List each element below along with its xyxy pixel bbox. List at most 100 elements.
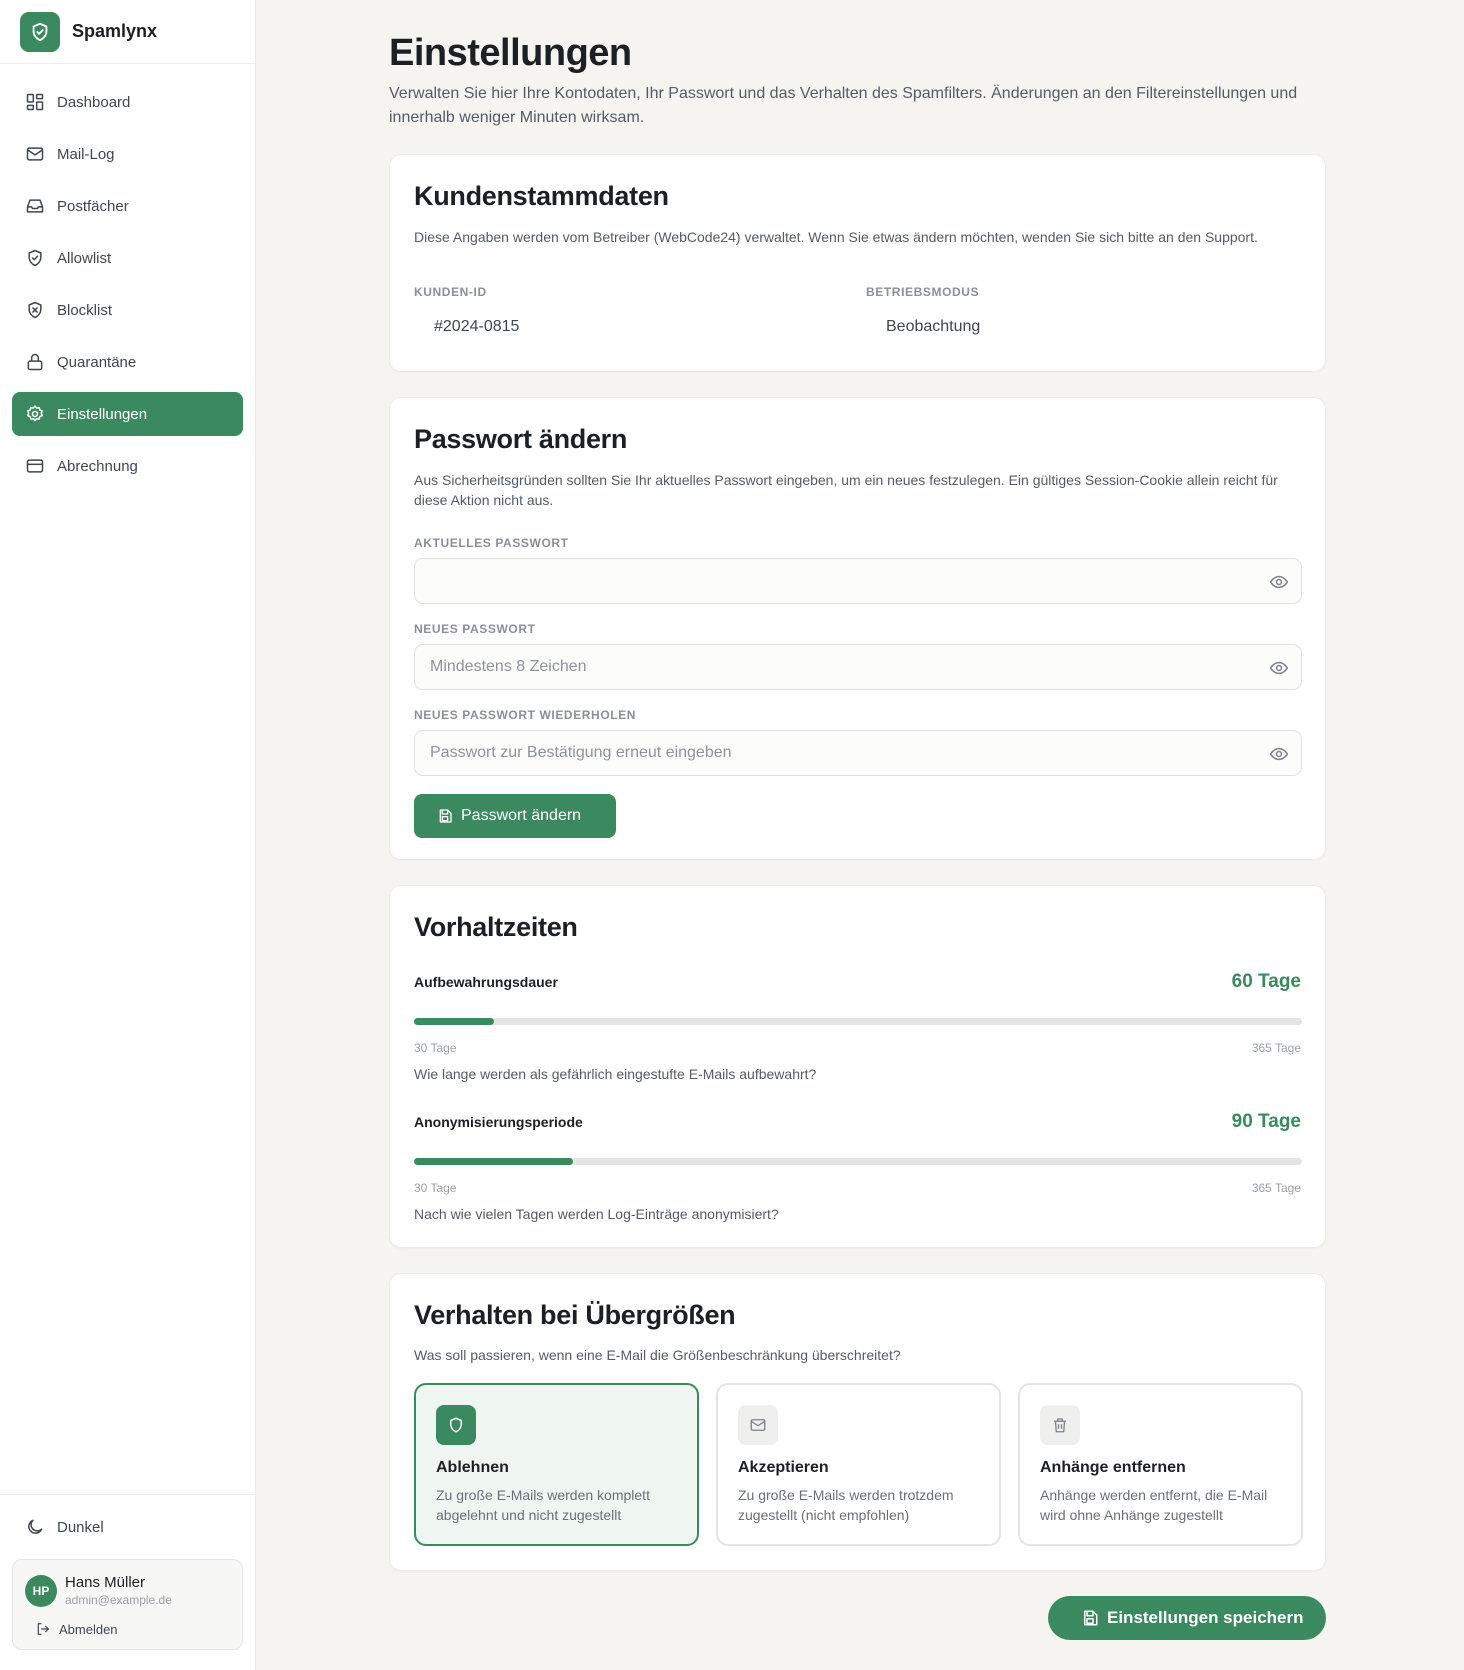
credit-card-icon (26, 459, 44, 473)
brand[interactable]: Spamlynx (0, 0, 255, 64)
repeat-password-input[interactable] (415, 731, 1301, 775)
lock-icon (27, 353, 43, 371)
new-password-label: Neues Passwort (414, 622, 536, 636)
option-title: Akzeptieren (738, 1459, 829, 1476)
sidebar-footer: Dunkel HP Hans Müller admin@example.de A… (0, 1494, 255, 1670)
current-password-field (414, 558, 1302, 604)
password-card: Passwort ändern Aus Sicherheitsgründen s… (389, 397, 1326, 860)
logout-button[interactable]: Abmelden (25, 1621, 230, 1637)
option-description: Zu große E-Mails werden komplett abgeleh… (436, 1487, 650, 1523)
oversize-card: Verhalten bei Übergrößen Was soll passie… (389, 1273, 1326, 1571)
retention-slider-label: Aufbewahrungsdauer (414, 974, 558, 990)
user-name: Hans Müller (65, 1574, 146, 1591)
retention-slider-value: 60 Tage (1231, 971, 1301, 992)
anonymization-slider-fill (414, 1158, 574, 1165)
customer-id-value: #2024-0815 (434, 318, 520, 335)
save-icon (439, 809, 452, 823)
option-reject[interactable]: Ablehnen Zu große E-Mails werden komplet… (414, 1383, 699, 1546)
retention-slider[interactable] (414, 1018, 1302, 1025)
password-card-text: Aus Sicherheitsgründen sollten Sie Ihr a… (414, 472, 1278, 508)
sidebar-item-allowlist[interactable]: Allowlist (12, 236, 243, 280)
shield-x-icon (28, 301, 42, 319)
sidebar-item-mailboxes[interactable]: Postfächer (12, 184, 243, 228)
sidebar-item-quarantine[interactable]: Quarantäne (12, 340, 243, 384)
avatar: HP (25, 1574, 57, 1607)
option-icon-box (738, 1405, 778, 1445)
operation-mode-value: Beobachtung (886, 318, 981, 335)
eye-icon (1269, 747, 1289, 761)
customer-id-label: Kunden-ID (414, 285, 487, 299)
retention-help: Wie lange werden als gefährlich eingestu… (414, 1066, 817, 1082)
sidebar-item-dashboard[interactable]: Dashboard (12, 80, 243, 124)
dashboard-icon (26, 93, 44, 111)
save-icon (1084, 1610, 1098, 1626)
sidebar-item-label: Einstellungen (57, 405, 148, 423)
sidebar-item-settings[interactable]: Einstellungen (12, 392, 243, 436)
anonymization-slider[interactable] (414, 1158, 1302, 1165)
app-name: Spamlynx (72, 21, 158, 41)
option-description: Anhänge werden entfernt, die E-Mail wird… (1040, 1487, 1268, 1523)
sidebar: Spamlynx Dashboard Mail-Log Postfächer A… (0, 0, 256, 1670)
theme-toggle-label: Dunkel (57, 1518, 104, 1536)
save-settings-button[interactable]: Einstellungen speichern (1048, 1596, 1326, 1640)
inbox-icon (26, 199, 44, 213)
mail-icon (26, 147, 44, 161)
eye-icon (1269, 575, 1289, 589)
retention-slider-fill (414, 1018, 494, 1025)
anonymization-help: Nach wie vielen Tagen werden Log-Einträg… (414, 1206, 779, 1222)
show-password-toggle[interactable] (1267, 570, 1291, 594)
page-description: Verwalten Sie hier Ihre Kontodaten, Ihr … (389, 85, 1298, 126)
new-password-field (414, 644, 1302, 690)
sidebar-item-label: Postfächer (57, 197, 129, 215)
current-password-input[interactable] (415, 559, 1301, 603)
change-password-button[interactable]: Passwort ändern (414, 794, 616, 838)
user-info: HP Hans Müller admin@example.de (25, 1574, 230, 1607)
anonymization-min-label: 30 Tage (414, 1181, 457, 1195)
retention-max-label: 365 Tage (1251, 1041, 1301, 1055)
new-password-input[interactable] (415, 645, 1301, 689)
sidebar-item-billing[interactable]: Abrechnung (12, 444, 243, 488)
option-accept[interactable]: Akzeptieren Zu große E-Mails werden trot… (716, 1383, 1001, 1546)
sidebar-item-label: Dashboard (57, 93, 131, 111)
shield-check-icon (28, 249, 42, 267)
customer-card-text: Diese Angaben werden vom Betreiber (WebC… (414, 229, 1258, 245)
option-strip-attachments[interactable]: Anhänge entfernen Anhänge werden entfern… (1018, 1383, 1303, 1546)
sidebar-item-label: Allowlist (57, 249, 112, 267)
user-meta: Hans Müller admin@example.de (65, 1574, 172, 1607)
shield-logo-icon (20, 11, 60, 52)
sidebar-item-blocklist[interactable]: Blocklist (12, 288, 243, 332)
sidebar-item-label: Abrechnung (57, 457, 138, 475)
shield-icon (450, 1417, 462, 1433)
retention-card: Vorhaltzeiten Aufbewahrungsdauer 60 Tage… (389, 885, 1326, 1248)
user-card: HP Hans Müller admin@example.de Abmelden (12, 1559, 243, 1650)
mail-icon (750, 1419, 766, 1431)
eye-icon (1269, 661, 1289, 675)
sidebar-item-label: Mail-Log (57, 145, 115, 163)
show-repeat-password-toggle[interactable] (1267, 742, 1291, 766)
oversize-card-text: Was soll passieren, wenn eine E-Mail die… (414, 1347, 901, 1363)
logout-icon (37, 1623, 49, 1635)
anonymization-slider-value: 90 Tage (1231, 1111, 1301, 1132)
show-new-password-toggle[interactable] (1267, 656, 1291, 680)
logout-label: Abmelden (59, 1621, 118, 1637)
option-description: Zu große E-Mails werden trotzdem zugeste… (738, 1487, 954, 1523)
page-title: Einstellungen (389, 32, 632, 74)
change-password-label: Passwort ändern (461, 807, 582, 824)
gear-icon (27, 405, 43, 422)
save-settings-label: Einstellungen speichern (1107, 1608, 1304, 1627)
anonymization-slider-label: Anonymisierungsperiode (414, 1114, 583, 1130)
option-title: Ablehnen (436, 1459, 509, 1476)
password-card-title: Passwort ändern (414, 424, 628, 454)
theme-toggle[interactable]: Dunkel (12, 1507, 243, 1547)
current-password-label: Aktuelles Passwort (414, 536, 569, 550)
oversize-card-title: Verhalten bei Übergrößen (414, 1300, 736, 1330)
sidebar-item-mail-log[interactable]: Mail-Log (12, 132, 243, 176)
customer-data-card: Kundenstammdaten Diese Angaben werden vo… (389, 154, 1326, 372)
retention-card-title: Vorhaltzeiten (414, 912, 578, 942)
option-icon-box (1040, 1405, 1080, 1445)
retention-min-label: 30 Tage (414, 1041, 457, 1055)
customer-card-title: Kundenstammdaten (414, 181, 669, 211)
anonymization-max-label: 365 Tage (1251, 1181, 1301, 1195)
operation-mode-label: Betriebsmodus (866, 285, 980, 299)
repeat-password-label: Neues Passwort wiederholen (414, 708, 637, 722)
